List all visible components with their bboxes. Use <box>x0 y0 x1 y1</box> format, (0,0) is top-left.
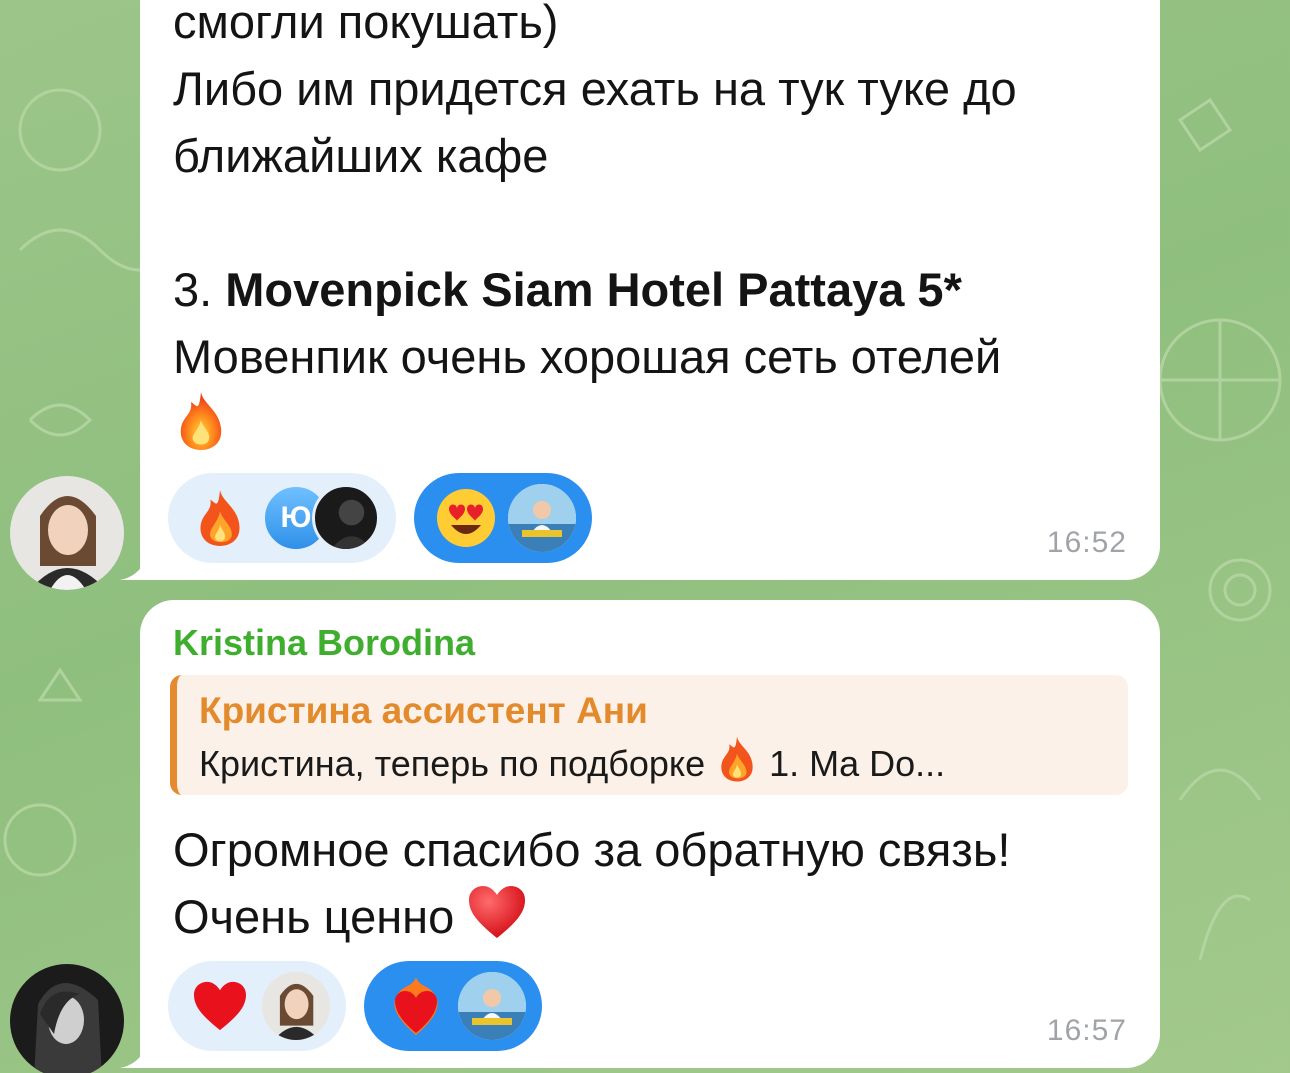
reactor-avatar <box>262 972 330 1040</box>
heart-icon <box>188 974 252 1038</box>
reply-text-after: 1. Ma Do... <box>759 743 946 785</box>
heart-on-fire-icon <box>384 974 448 1038</box>
message-text-line: Огромное спасибо за обратную связь! <box>173 823 1011 876</box>
channel-avatar <box>508 484 576 552</box>
reaction-fire[interactable]: Ю <box>168 473 396 563</box>
author-name[interactable]: Kristina Borodina <box>173 622 475 664</box>
heart-eyes-icon <box>434 486 498 550</box>
channel-avatar <box>458 972 526 1040</box>
reply-text-before: Кристина, теперь по подборке <box>199 743 716 785</box>
message-bubble[interactable]: смогли покушать) Либо им придется ехать … <box>120 0 1160 580</box>
reactions-bar: Ю <box>168 473 592 563</box>
message-text-top: смогли покушать) Либо им придется ехать … <box>173 0 1017 182</box>
reply-quote[interactable]: Кристина ассистент Ани Кристина, теперь … <box>170 675 1128 795</box>
reactor-avatar <box>312 484 380 552</box>
reaction-heart-eyes[interactable] <box>414 473 592 563</box>
message-text: Огромное спасибо за обратную связь! Очен… <box>173 816 1120 957</box>
red-heart-icon <box>467 884 527 957</box>
sender-avatar[interactable] <box>10 964 124 1073</box>
reply-text: Кристина, теперь по подборке 1. Ma Do... <box>199 735 1128 798</box>
reaction-heart[interactable] <box>168 961 346 1051</box>
message-time: 16:52 <box>1046 526 1127 559</box>
reply-author: Кристина ассистент Ани <box>199 690 648 731</box>
reaction-heart-on-fire[interactable] <box>364 961 542 1051</box>
message-bubble[interactable]: Kristina Borodina Кристина ассистент Ани… <box>120 600 1160 1068</box>
bubble-tail <box>120 550 150 580</box>
item-prefix: 3. <box>173 263 226 316</box>
hotel-title: Movenpick Siam Hotel Pattaya 5* <box>225 263 962 316</box>
message-text-line: Мовенпик очень хорошая сеть отелей <box>173 330 1002 383</box>
fire-icon <box>173 390 229 469</box>
message-text-line: Очень ценно <box>173 890 468 943</box>
reactions-bar <box>168 961 542 1051</box>
bubble-tail <box>120 1038 150 1068</box>
fire-icon <box>188 486 252 550</box>
fire-icon <box>715 735 759 798</box>
sender-avatar[interactable] <box>10 476 124 590</box>
message-text: смогли покушать) Либо им придется ехать … <box>173 0 1120 469</box>
message-time: 16:57 <box>1046 1014 1127 1047</box>
